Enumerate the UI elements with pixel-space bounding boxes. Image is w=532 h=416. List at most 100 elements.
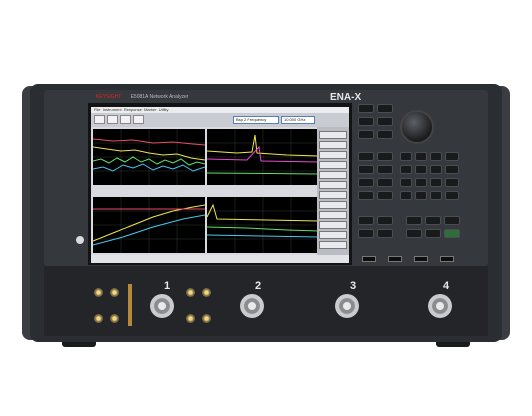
- foot: [62, 342, 96, 347]
- rf-connector[interactable]: [94, 314, 103, 323]
- port-label-4: 4: [443, 280, 450, 292]
- softkey[interactable]: [319, 211, 347, 219]
- numeric-key[interactable]: [445, 165, 459, 174]
- hardkey[interactable]: [377, 117, 393, 126]
- rf-connector[interactable]: [186, 288, 195, 297]
- usb-port[interactable]: [440, 256, 454, 262]
- softkey[interactable]: [319, 141, 347, 149]
- preset-key[interactable]: [444, 229, 460, 238]
- softkey[interactable]: [319, 161, 347, 169]
- hardkey[interactable]: [425, 229, 441, 238]
- hardkey-group-utility: [406, 216, 462, 244]
- numeric-key[interactable]: [400, 191, 412, 200]
- hardkey[interactable]: [358, 165, 374, 174]
- menu-instrument[interactable]: Instrument: [103, 107, 122, 112]
- hardkey[interactable]: [358, 117, 374, 126]
- hardkey[interactable]: [358, 178, 374, 187]
- softkey[interactable]: [319, 191, 347, 199]
- numeric-key[interactable]: [400, 152, 412, 161]
- touch-display[interactable]: File Instrument Response Marker Utility …: [91, 107, 349, 263]
- rf-connector[interactable]: [110, 314, 119, 323]
- numeric-keypad: [400, 152, 462, 212]
- hardkey[interactable]: [377, 216, 393, 225]
- numeric-key[interactable]: [415, 152, 427, 161]
- softkey[interactable]: [319, 221, 347, 229]
- hardkey[interactable]: [358, 191, 374, 200]
- foot: [436, 342, 470, 347]
- hardkey[interactable]: [377, 104, 393, 113]
- hardkey[interactable]: [406, 229, 422, 238]
- softkey[interactable]: [319, 181, 347, 189]
- rf-connector[interactable]: [202, 314, 211, 323]
- numeric-key[interactable]: [415, 165, 427, 174]
- numeric-key[interactable]: [430, 165, 442, 174]
- numeric-key[interactable]: [415, 178, 427, 187]
- test-port-3[interactable]: [335, 294, 359, 318]
- port-label-1: 1: [164, 280, 171, 292]
- hardkey[interactable]: [377, 191, 393, 200]
- numeric-key[interactable]: [445, 178, 459, 187]
- brand-name: KEYSIGHT: [96, 94, 122, 100]
- hardkey[interactable]: [377, 130, 393, 139]
- numeric-key[interactable]: [400, 165, 412, 174]
- trace-window-3[interactable]: [92, 197, 206, 253]
- usb-port[interactable]: [388, 256, 402, 262]
- test-port-4[interactable]: [428, 294, 452, 318]
- numeric-key[interactable]: [430, 152, 442, 161]
- hardkey[interactable]: [377, 229, 393, 238]
- numeric-key[interactable]: [400, 178, 412, 187]
- hardkey-group-top: [358, 104, 394, 146]
- hardkey[interactable]: [377, 152, 393, 161]
- toolbar-button[interactable]: [94, 115, 105, 124]
- softkey[interactable]: [319, 201, 347, 209]
- softkey[interactable]: [319, 241, 347, 249]
- menu-file[interactable]: File: [94, 107, 100, 112]
- softkey[interactable]: [319, 131, 347, 139]
- hardkey[interactable]: [358, 229, 374, 238]
- numeric-key[interactable]: [415, 191, 427, 200]
- trace-window-4[interactable]: [206, 197, 320, 253]
- hardkey[interactable]: [358, 130, 374, 139]
- screen-toolbar: Bsp 2 Frequency 10.000 GHz: [91, 113, 349, 127]
- rotary-knob[interactable]: [400, 110, 434, 144]
- power-button[interactable]: [76, 236, 84, 244]
- trace-window-1[interactable]: [92, 129, 206, 185]
- parameter-field[interactable]: Bsp 2 Frequency: [233, 116, 279, 124]
- value-field[interactable]: 10.000 GHz: [281, 116, 315, 124]
- toolbar-button[interactable]: [120, 115, 131, 124]
- rf-connector[interactable]: [202, 288, 211, 297]
- usb-port[interactable]: [362, 256, 376, 262]
- test-port-2[interactable]: [240, 294, 264, 318]
- numeric-key[interactable]: [445, 152, 459, 161]
- hardkey[interactable]: [406, 216, 422, 225]
- rf-connector[interactable]: [186, 314, 195, 323]
- numeric-key[interactable]: [430, 178, 442, 187]
- port-label-2: 2: [255, 280, 262, 292]
- softkey[interactable]: [319, 171, 347, 179]
- toolbar-button[interactable]: [133, 115, 144, 124]
- rf-connector[interactable]: [94, 288, 103, 297]
- menu-marker[interactable]: Marker: [144, 107, 156, 112]
- menu-utility[interactable]: Utility: [159, 107, 169, 112]
- trace-plot-3: [92, 197, 206, 253]
- numeric-key[interactable]: [430, 191, 442, 200]
- port-label-3: 3: [350, 280, 357, 292]
- hardkey[interactable]: [425, 216, 441, 225]
- hardkey[interactable]: [358, 104, 374, 113]
- hardkey[interactable]: [358, 152, 374, 161]
- test-port-1[interactable]: [150, 294, 174, 318]
- trace-window-2[interactable]: [206, 129, 320, 185]
- hardkey-group-system: [358, 216, 394, 244]
- numeric-key[interactable]: [445, 191, 459, 200]
- hardkey[interactable]: [377, 165, 393, 174]
- toolbar-button[interactable]: [107, 115, 118, 124]
- softkey[interactable]: [319, 151, 347, 159]
- hardkey[interactable]: [377, 178, 393, 187]
- hardkey[interactable]: [358, 216, 374, 225]
- menu-response[interactable]: Response: [124, 107, 142, 112]
- hardkey[interactable]: [444, 216, 460, 225]
- softkey[interactable]: [319, 231, 347, 239]
- rf-connector[interactable]: [110, 288, 119, 297]
- usb-port[interactable]: [414, 256, 428, 262]
- trace-plot-4: [206, 197, 320, 253]
